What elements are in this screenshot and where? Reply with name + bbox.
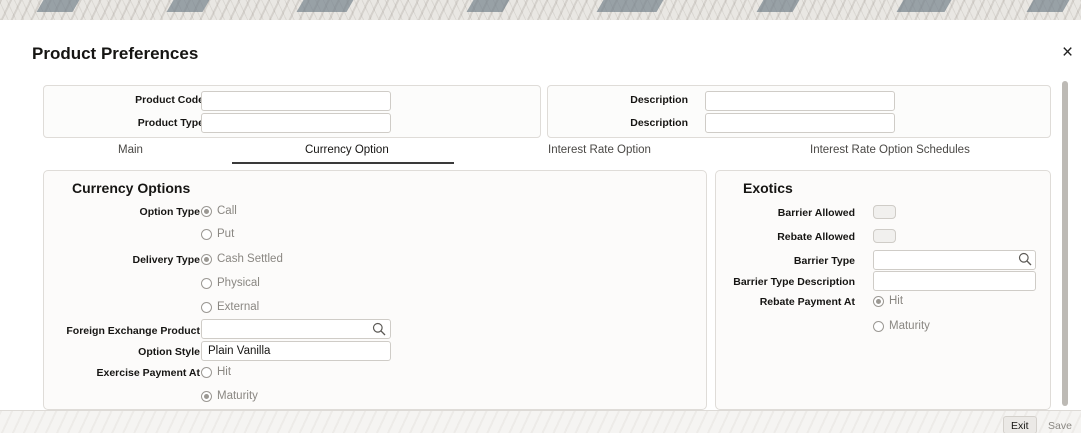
delivery-type-label: Delivery Type <box>132 254 200 266</box>
radio-selected-icon <box>201 205 212 217</box>
radio-selected-icon <box>201 253 212 265</box>
header-right-panel: Description Description <box>547 85 1051 138</box>
close-icon[interactable]: × <box>1062 43 1073 62</box>
barrier-type-description-label: Barrier Type Description <box>733 276 855 288</box>
exercise-payment-maturity-radio[interactable]: Maturity <box>201 390 258 402</box>
barrier-allowed-toggle[interactable] <box>873 205 896 219</box>
delivery-type-external-radio[interactable]: External <box>201 301 259 313</box>
tab-main[interactable]: Main <box>118 144 143 156</box>
currency-options-title: Currency Options <box>72 180 191 196</box>
exit-button[interactable]: Exit <box>1003 416 1037 433</box>
radio-icon <box>201 228 212 240</box>
rebate-allowed-label: Rebate Allowed <box>777 231 855 243</box>
rebate-payment-label: Rebate Payment At <box>759 296 855 308</box>
header-left-panel: Product Code Product Type <box>43 85 541 138</box>
currency-options-panel: Currency Options Option Type Call Put De… <box>43 170 707 410</box>
barrier-type-description-input[interactable] <box>873 271 1036 291</box>
radio-icon <box>873 320 884 332</box>
description-label: Description <box>630 94 688 106</box>
rebate-payment-maturity-radio[interactable]: Maturity <box>873 320 930 332</box>
option-type-label: Option Type <box>139 206 200 218</box>
delivery-type-cash-settled-radio[interactable]: Cash Settled <box>201 253 283 265</box>
barrier-type-label: Barrier Type <box>793 255 855 267</box>
description-label-2: Description <box>630 117 688 129</box>
option-type-call-radio[interactable]: Call <box>201 205 237 217</box>
tab-interest-rate-option-schedules[interactable]: Interest Rate Option Schedules <box>810 144 970 156</box>
save-button[interactable]: Save <box>1040 416 1080 433</box>
description-input-2[interactable] <box>705 113 895 133</box>
top-banner <box>0 0 1081 20</box>
product-type-input[interactable] <box>201 113 391 133</box>
rebate-allowed-toggle[interactable] <box>873 229 896 243</box>
radio-icon <box>201 277 212 289</box>
tab-currency-option[interactable]: Currency Option <box>305 144 389 156</box>
fx-product-input[interactable] <box>201 319 391 339</box>
option-style-label: Option Style <box>138 346 200 358</box>
footer-bar <box>0 410 1081 433</box>
option-style-input[interactable]: Plain Vanilla <box>201 341 391 361</box>
tab-interest-rate-option[interactable]: Interest Rate Option <box>548 144 651 156</box>
scrollbar[interactable] <box>1062 81 1068 406</box>
radio-selected-icon <box>873 295 884 307</box>
page-title: Product Preferences <box>32 44 199 63</box>
barrier-type-input[interactable] <box>873 250 1036 270</box>
exotics-panel: Exotics Barrier Allowed Rebate Allowed B… <box>715 170 1051 410</box>
radio-icon <box>201 366 212 378</box>
search-icon[interactable] <box>1018 252 1032 266</box>
fx-product-label: Foreign Exchange Product <box>66 325 200 337</box>
rebate-payment-hit-radio[interactable]: Hit <box>873 295 903 307</box>
product-code-input[interactable] <box>201 91 391 111</box>
exotics-title: Exotics <box>743 180 793 196</box>
radio-selected-icon <box>201 390 212 402</box>
delivery-type-physical-radio[interactable]: Physical <box>201 277 260 289</box>
active-tab-indicator <box>232 162 454 164</box>
product-code-label: Product Code <box>135 94 204 106</box>
description-input[interactable] <box>705 91 895 111</box>
radio-icon <box>201 301 212 313</box>
barrier-allowed-label: Barrier Allowed <box>777 207 855 219</box>
product-type-label: Product Type <box>137 117 204 129</box>
option-type-put-radio[interactable]: Put <box>201 228 234 240</box>
exercise-payment-hit-radio[interactable]: Hit <box>201 366 231 378</box>
exercise-payment-label: Exercise Payment At <box>96 367 201 379</box>
search-icon[interactable] <box>372 322 386 336</box>
